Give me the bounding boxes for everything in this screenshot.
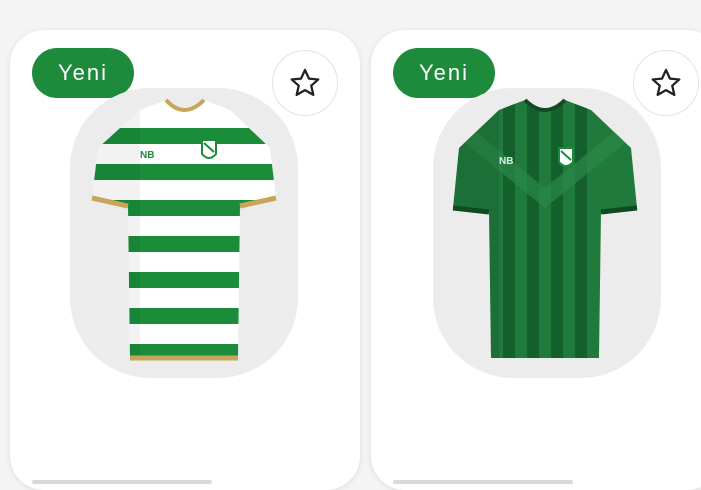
product-image[interactable]: NB	[433, 88, 661, 378]
product-card[interactable]: Yeni NB	[371, 30, 701, 490]
jersey-image: NB	[91, 98, 277, 361]
product-card[interactable]: Yeni NB	[10, 30, 360, 490]
svg-text:NB: NB	[140, 150, 154, 161]
svg-text:NB: NB	[499, 156, 513, 167]
product-name-placeholder	[32, 480, 212, 484]
jersey-image: NB	[452, 98, 638, 358]
product-name-placeholder	[393, 480, 573, 484]
product-image[interactable]: NB	[70, 88, 298, 378]
